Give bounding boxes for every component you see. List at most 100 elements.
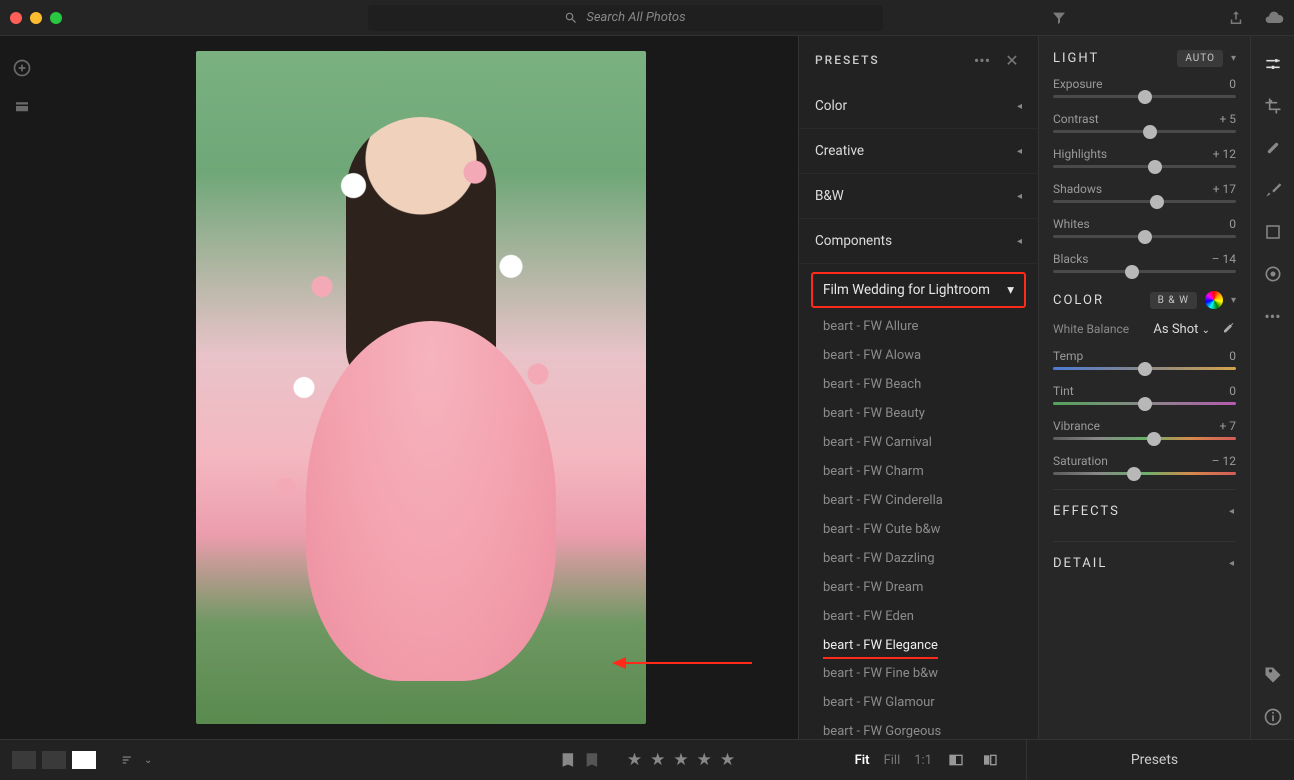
slider-contrast[interactable]: Contrast+ 5 bbox=[1053, 112, 1236, 133]
preset-group[interactable]: Color◂ bbox=[799, 84, 1038, 129]
filter-icon[interactable] bbox=[1049, 8, 1069, 28]
star-icon[interactable]: ★ bbox=[720, 750, 735, 770]
effects-section[interactable]: EFFECTS ◂ bbox=[1053, 489, 1236, 533]
chevron-down-icon[interactable]: ▾ bbox=[1231, 295, 1236, 306]
slider-value: 0 bbox=[1229, 77, 1236, 91]
preset-group[interactable]: Components◂ bbox=[799, 219, 1038, 264]
preset-group[interactable]: B&W◂ bbox=[799, 174, 1038, 219]
preset-group[interactable]: Creative◂ bbox=[799, 129, 1038, 174]
preset-item[interactable]: beart - FW Elegance bbox=[823, 631, 938, 659]
single-view-icon[interactable] bbox=[72, 751, 96, 769]
star-icon[interactable]: ★ bbox=[673, 750, 688, 770]
slider-knob[interactable] bbox=[1138, 397, 1152, 411]
info-icon[interactable] bbox=[1263, 707, 1283, 727]
search-placeholder: Search All Photos bbox=[586, 10, 685, 25]
flag-reject-icon[interactable] bbox=[583, 751, 601, 769]
grid-small-icon[interactable] bbox=[42, 751, 66, 769]
auto-button[interactable]: AUTO bbox=[1177, 50, 1223, 67]
preset-item[interactable]: beart - FW Dazzling bbox=[799, 544, 1038, 573]
color-section-header[interactable]: COLOR B & W ▾ bbox=[1053, 291, 1236, 309]
fullscreen-window[interactable] bbox=[50, 12, 62, 24]
preset-item[interactable]: beart - FW Cute b&w bbox=[799, 515, 1038, 544]
library-icon[interactable] bbox=[12, 96, 32, 116]
color-mixer-icon[interactable] bbox=[1205, 291, 1223, 309]
slider-knob[interactable] bbox=[1138, 230, 1152, 244]
before-after-icon[interactable] bbox=[946, 752, 966, 768]
eyedropper-icon[interactable] bbox=[1220, 321, 1236, 337]
light-section-header[interactable]: LIGHT AUTO ▾ bbox=[1053, 50, 1236, 67]
slider-knob[interactable] bbox=[1138, 362, 1152, 376]
left-toolbar bbox=[0, 36, 44, 739]
adjust-icon[interactable] bbox=[1263, 54, 1283, 74]
zoom-one[interactable]: 1:1 bbox=[914, 753, 932, 768]
slider-blacks[interactable]: Blacks– 14 bbox=[1053, 252, 1236, 273]
cloud-icon[interactable] bbox=[1264, 8, 1284, 28]
preset-item[interactable]: beart - FW Gorgeous bbox=[799, 717, 1038, 739]
radial-gradient-icon[interactable] bbox=[1263, 264, 1283, 284]
preset-item[interactable]: beart - FW Cinderella bbox=[799, 486, 1038, 515]
slider-saturation[interactable]: Saturation– 12 bbox=[1053, 454, 1236, 475]
brush-icon[interactable] bbox=[1263, 180, 1283, 200]
wb-select[interactable]: As Shot ⌄ bbox=[1153, 322, 1210, 337]
image-viewer[interactable] bbox=[44, 36, 798, 739]
minimize-window[interactable] bbox=[30, 12, 42, 24]
preset-item[interactable]: beart - FW Allure bbox=[799, 312, 1038, 341]
original-toggle-icon[interactable] bbox=[980, 752, 1000, 768]
chevron-down-icon[interactable]: ▾ bbox=[1231, 53, 1236, 64]
slider-value: + 17 bbox=[1213, 182, 1236, 196]
preset-item[interactable]: beart - FW Charm bbox=[799, 457, 1038, 486]
slider-knob[interactable] bbox=[1127, 467, 1141, 481]
detail-section[interactable]: DETAIL ◂ bbox=[1053, 541, 1236, 585]
slider-knob[interactable] bbox=[1150, 195, 1164, 209]
add-photos-icon[interactable] bbox=[12, 58, 32, 78]
close-icon[interactable]: ✕ bbox=[1002, 50, 1022, 70]
zoom-fit[interactable]: Fit bbox=[855, 753, 870, 768]
slider-whites[interactable]: Whites0 bbox=[1053, 217, 1236, 238]
slider-shadows[interactable]: Shadows+ 17 bbox=[1053, 182, 1236, 203]
crop-icon[interactable] bbox=[1263, 96, 1283, 116]
star-icon[interactable]: ★ bbox=[650, 750, 665, 770]
preset-item[interactable]: beart - FW Fine b&w bbox=[799, 659, 1038, 688]
chevron-left-icon: ◂ bbox=[1017, 191, 1022, 202]
slider-knob[interactable] bbox=[1147, 432, 1161, 446]
preset-item[interactable]: beart - FW Beach bbox=[799, 370, 1038, 399]
preset-item[interactable]: beart - FW Carnival bbox=[799, 428, 1038, 457]
preset-item[interactable]: beart - FW Alowa bbox=[799, 341, 1038, 370]
slider-tint[interactable]: Tint0 bbox=[1053, 384, 1236, 405]
grid-large-icon[interactable] bbox=[12, 751, 36, 769]
slider-knob[interactable] bbox=[1143, 125, 1157, 139]
slider-vibrance[interactable]: Vibrance+ 7 bbox=[1053, 419, 1236, 440]
presets-toggle-button[interactable]: Presets bbox=[1026, 740, 1282, 780]
slider-highlights[interactable]: Highlights+ 12 bbox=[1053, 147, 1236, 168]
star-icon[interactable]: ★ bbox=[627, 750, 642, 770]
preset-group-expanded[interactable]: Film Wedding for Lightroom ▾ bbox=[811, 272, 1026, 308]
slider-temp[interactable]: Temp0 bbox=[1053, 349, 1236, 370]
star-icon[interactable]: ★ bbox=[697, 750, 712, 770]
slider-exposure[interactable]: Exposure0 bbox=[1053, 77, 1236, 98]
more-tools-icon[interactable]: ••• bbox=[1263, 306, 1283, 326]
slider-knob[interactable] bbox=[1138, 90, 1152, 104]
tool-strip: ••• bbox=[1250, 36, 1294, 739]
preset-item[interactable]: beart - FW Glamour bbox=[799, 688, 1038, 717]
flag-pick-icon[interactable] bbox=[559, 751, 577, 769]
white-balance-row: White Balance As Shot ⌄ bbox=[1053, 321, 1236, 337]
heal-icon[interactable] bbox=[1263, 138, 1283, 158]
sort-button[interactable]: ⌄ bbox=[118, 753, 152, 767]
tag-icon[interactable] bbox=[1263, 665, 1283, 685]
preset-item[interactable]: beart - FW Beauty bbox=[799, 399, 1038, 428]
zoom-fill[interactable]: Fill bbox=[884, 753, 901, 768]
rating-stars[interactable]: ★ ★ ★ ★ ★ bbox=[627, 750, 735, 770]
preset-item[interactable]: beart - FW Dream bbox=[799, 573, 1038, 602]
linear-gradient-icon[interactable] bbox=[1263, 222, 1283, 242]
share-icon[interactable] bbox=[1226, 8, 1246, 28]
more-icon[interactable]: ••• bbox=[972, 50, 992, 70]
bw-button[interactable]: B & W bbox=[1150, 292, 1197, 309]
chevron-left-icon: ◂ bbox=[1017, 101, 1022, 112]
close-window[interactable] bbox=[10, 12, 22, 24]
slider-knob[interactable] bbox=[1148, 160, 1162, 174]
search-input[interactable]: Search All Photos bbox=[368, 5, 883, 31]
slider-knob[interactable] bbox=[1125, 265, 1139, 279]
titlebar: Search All Photos bbox=[0, 0, 1294, 36]
wb-label: White Balance bbox=[1053, 322, 1129, 336]
preset-item[interactable]: beart - FW Eden bbox=[799, 602, 1038, 631]
